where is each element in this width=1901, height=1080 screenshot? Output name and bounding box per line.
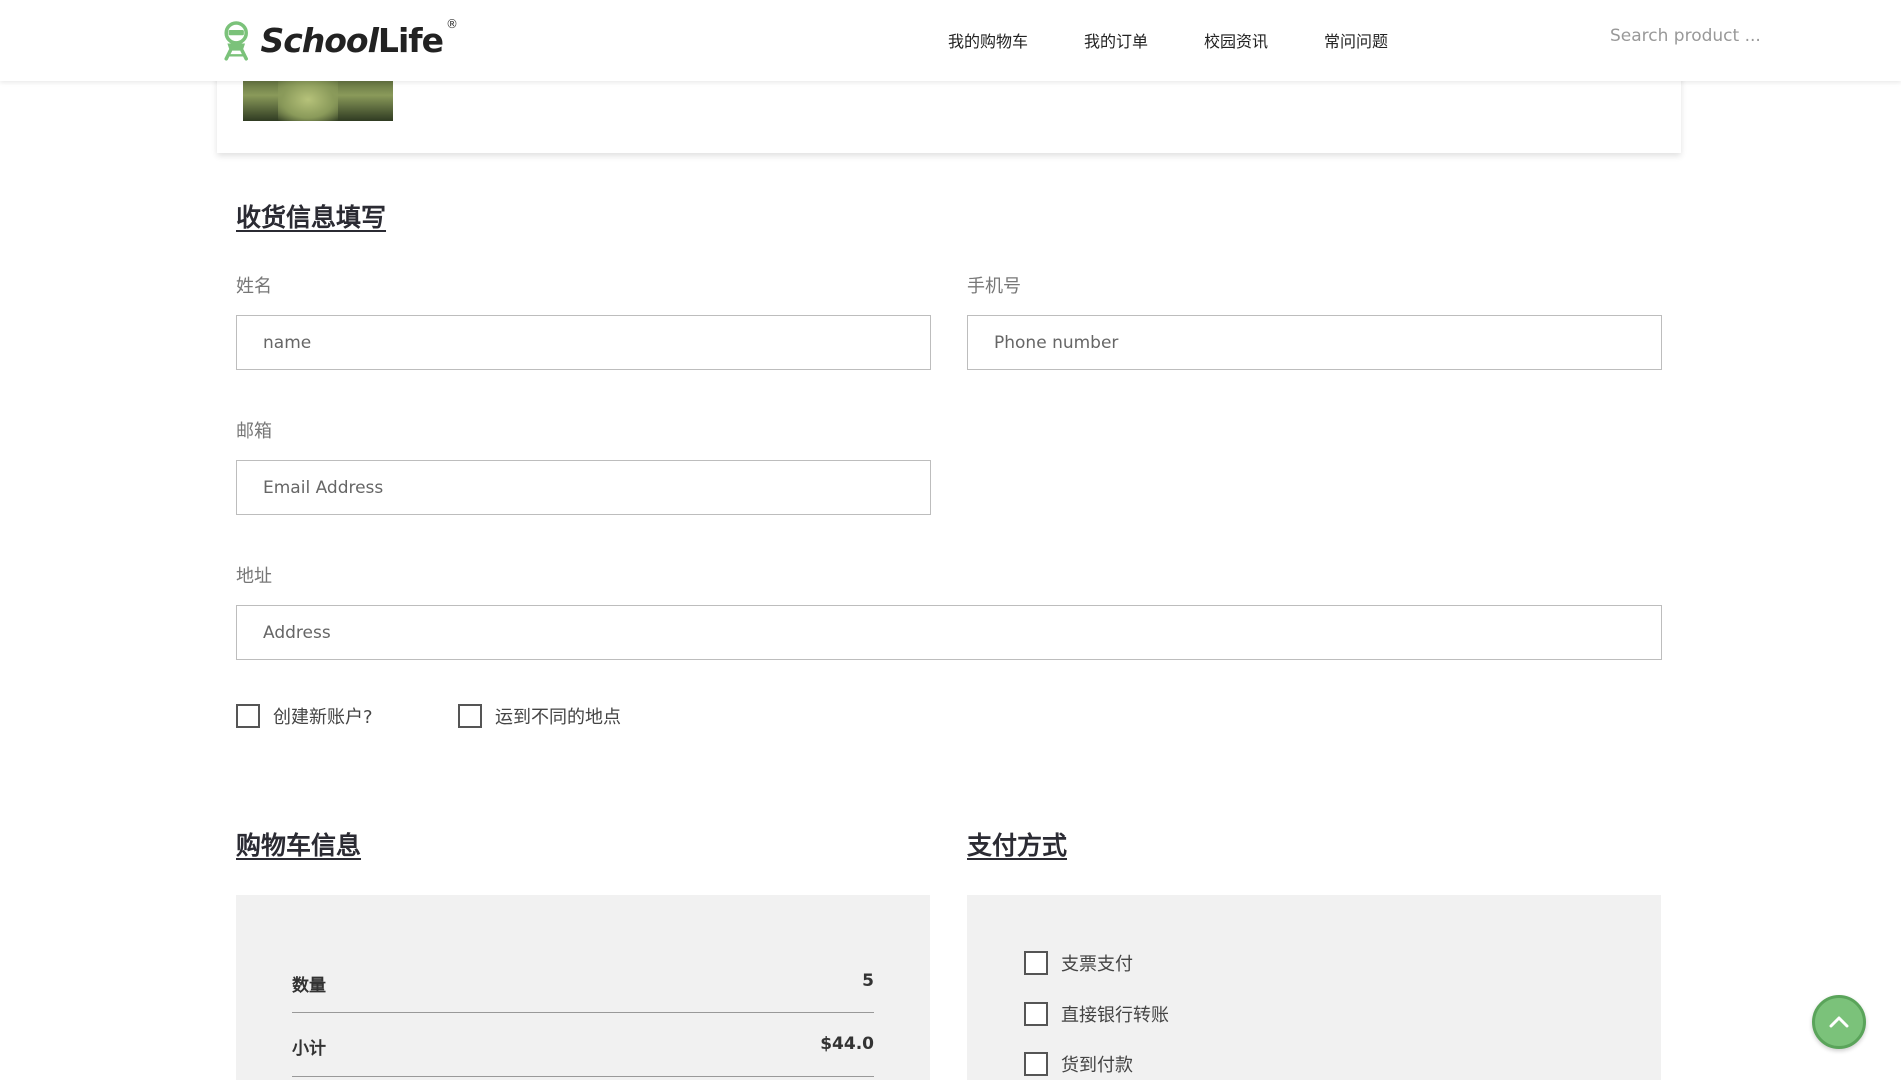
- name-field[interactable]: [236, 315, 931, 370]
- create-account-checkbox[interactable]: [236, 704, 260, 728]
- subtotal-label: 小计: [292, 1039, 326, 1059]
- payment-cod-label: 货到付款: [1061, 1055, 1133, 1076]
- quantity-row: 数量 5: [292, 971, 874, 996]
- subtotal-value: $44.0: [820, 1034, 874, 1054]
- payment-option-bank-transfer[interactable]: 直接银行转账: [1024, 1001, 1169, 1027]
- cart-info-title: 购物车信息: [236, 831, 362, 860]
- nav-campus-news[interactable]: 校园资讯: [1204, 28, 1324, 52]
- logo-registered-mark: ®: [446, 17, 458, 31]
- product-thumbnail: [243, 78, 393, 121]
- email-field[interactable]: [236, 460, 931, 515]
- logo-icon: [224, 21, 248, 61]
- nav-my-cart[interactable]: 我的购物车: [948, 28, 1084, 52]
- payment-bank-checkbox[interactable]: [1024, 1002, 1048, 1026]
- payment-option-cod[interactable]: 货到付款: [1024, 1051, 1133, 1077]
- ship-different-checkbox[interactable]: [458, 704, 482, 728]
- payment-check-label: 支票支付: [1061, 954, 1133, 975]
- cart-summary-panel: 数量 5 小计 $44.0: [236, 895, 930, 1080]
- payment-cod-checkbox[interactable]: [1024, 1052, 1048, 1076]
- summary-divider: [292, 1076, 874, 1077]
- payment-check-checkbox[interactable]: [1024, 951, 1048, 975]
- nav-faq[interactable]: 常问问题: [1324, 28, 1388, 52]
- create-account-label: 创建新账户?: [273, 707, 373, 728]
- quantity-label: 数量: [292, 976, 326, 996]
- nav-my-orders[interactable]: 我的订单: [1084, 28, 1204, 52]
- payment-section-title: 支付方式: [967, 831, 1068, 860]
- address-label: 地址: [236, 566, 272, 587]
- back-to-top-button[interactable]: [1812, 995, 1866, 1049]
- email-label: 邮箱: [236, 421, 272, 442]
- phone-label: 手机号: [967, 276, 1021, 297]
- main-nav: 我的购物车 我的订单 校园资讯 常问问题: [948, 28, 1388, 52]
- phone-field[interactable]: [967, 315, 1662, 370]
- create-account-option[interactable]: 创建新账户?: [236, 703, 373, 729]
- payment-panel: 支票支付 直接银行转账 货到付款: [967, 895, 1661, 1080]
- payment-bank-label: 直接银行转账: [1061, 1005, 1169, 1026]
- search-input[interactable]: [1610, 26, 1780, 46]
- address-field[interactable]: [236, 605, 1662, 660]
- payment-option-check[interactable]: 支票支付: [1024, 950, 1133, 976]
- chevron-up-icon: [1829, 1016, 1849, 1028]
- summary-divider: [292, 1012, 874, 1013]
- logo-text-life: Life: [377, 20, 444, 60]
- logo-text-school: School: [260, 20, 378, 60]
- site-logo[interactable]: SchoolLife ®: [218, 6, 458, 74]
- name-label: 姓名: [236, 276, 272, 297]
- site-header: SchoolLife ® 我的购物车 我的订单 校园资讯 常问问题: [0, 0, 1901, 81]
- logo-wordmark: SchoolLife: [260, 20, 444, 60]
- ship-different-option[interactable]: 运到不同的地点: [458, 703, 621, 729]
- quantity-value: 5: [862, 971, 874, 991]
- ship-different-label: 运到不同的地点: [495, 707, 621, 728]
- shipping-section-title: 收货信息填写: [236, 203, 387, 232]
- subtotal-row: 小计 $44.0: [292, 1034, 874, 1059]
